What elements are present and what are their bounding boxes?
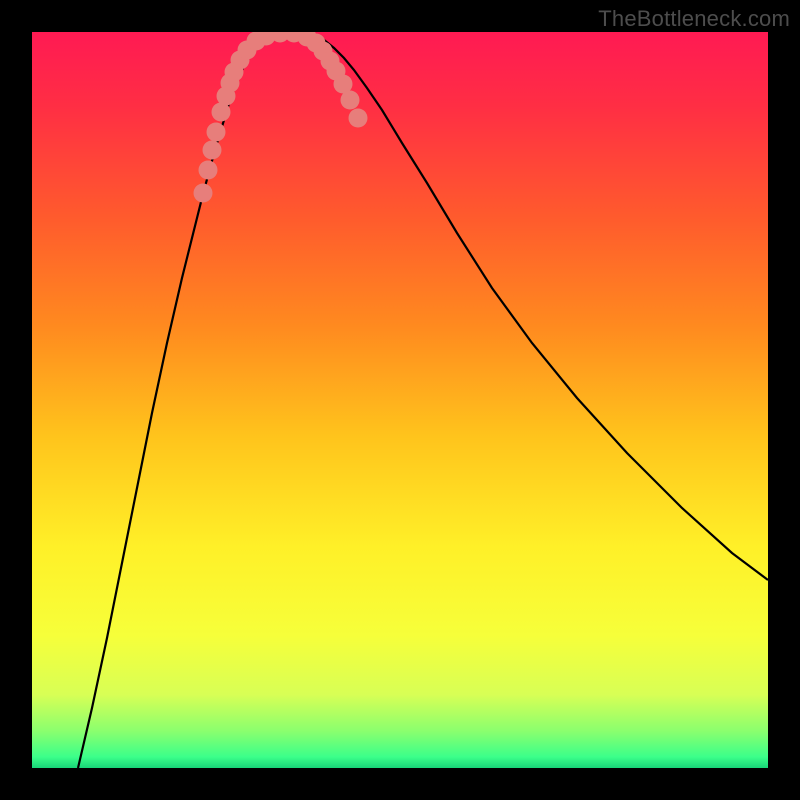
plot-area — [32, 32, 768, 768]
sample-point — [203, 141, 222, 160]
chart-frame — [32, 32, 768, 768]
sample-point — [349, 109, 368, 128]
sample-point — [199, 161, 218, 180]
sample-point-cloud — [32, 32, 768, 768]
sample-point — [194, 184, 213, 203]
watermark-text: TheBottleneck.com — [598, 6, 790, 32]
sample-point — [341, 91, 360, 110]
sample-point — [207, 123, 226, 142]
